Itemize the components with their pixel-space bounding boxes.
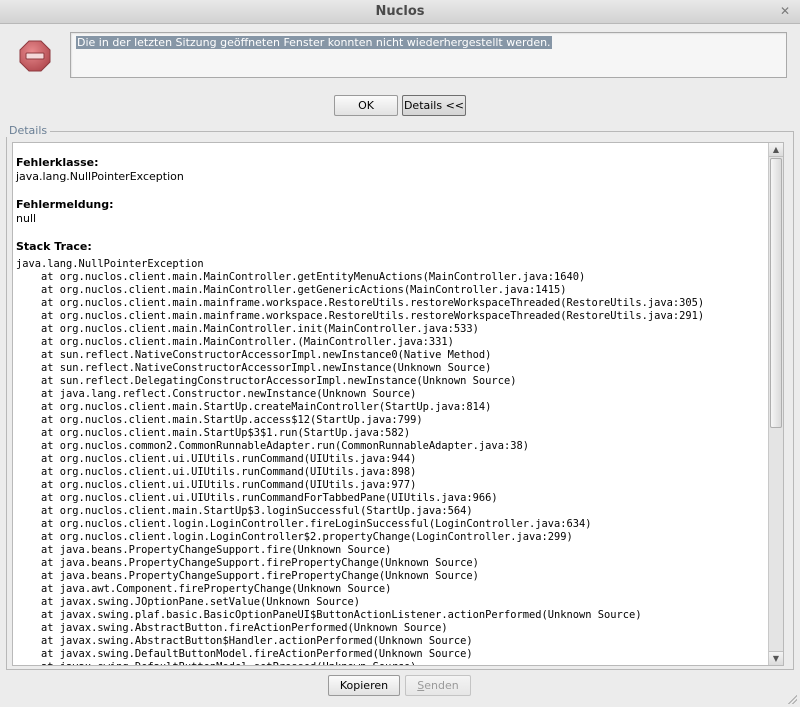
window-title: Nuclos	[375, 4, 425, 19]
stack-trace-line: at org.nuclos.client.login.LoginControll…	[16, 518, 592, 530]
stack-trace: java.lang.NullPointerException at org.nu…	[16, 258, 768, 665]
stack-trace-line: at java.beans.PropertyChangeSupport.fire…	[16, 544, 392, 556]
stack-trace-line: at org.nuclos.client.main.mainframe.work…	[16, 297, 705, 309]
stack-trace-line: at org.nuclos.client.main.StartUp$3$1.ru…	[16, 427, 411, 439]
stack-trace-line: at org.nuclos.common2.CommonRunnableAdap…	[16, 440, 529, 452]
vertical-scrollbar[interactable]: ▲ ▼	[768, 143, 783, 665]
stack-trace-line: at javax.swing.DefaultButtonModel.fireAc…	[16, 648, 473, 660]
title-bar[interactable]: Nuclos ✕	[0, 0, 800, 24]
stack-trace-line: at org.nuclos.client.main.StartUp.access…	[16, 414, 423, 426]
ok-button[interactable]: OK	[334, 95, 398, 116]
stop-sign-icon	[19, 40, 51, 72]
fehlermeldung-label: Fehlermeldung:	[16, 198, 114, 211]
arrow-down-icon[interactable]: ▼	[769, 651, 783, 665]
kopieren-button[interactable]: Kopieren	[328, 675, 400, 696]
stack-trace-line: java.lang.NullPointerException	[16, 258, 204, 270]
senden-label-rest: enden	[424, 679, 459, 692]
stack-trace-line: at sun.reflect.DelegatingConstructorAcce…	[16, 375, 517, 387]
stack-trace-line: at org.nuclos.client.main.MainController…	[16, 336, 454, 348]
scroll-thumb[interactable]	[770, 158, 782, 428]
close-icon[interactable]: ✕	[780, 4, 790, 18]
stack-trace-line: at java.lang.reflect.Constructor.newInst…	[16, 388, 417, 400]
stack-trace-line: at org.nuclos.client.ui.UIUtils.runComma…	[16, 492, 498, 504]
stack-trace-line: at javax.swing.DefaultButtonModel.setPre…	[16, 661, 768, 665]
stack-trace-label: Stack Trace:	[16, 240, 92, 253]
stack-trace-line: at org.nuclos.client.ui.UIUtils.runComma…	[16, 466, 417, 478]
stack-trace-line: at java.beans.PropertyChangeSupport.fire…	[16, 570, 479, 582]
stack-trace-line: at sun.reflect.NativeConstructorAccessor…	[16, 362, 492, 374]
resize-grip[interactable]	[787, 694, 797, 704]
stack-trace-line: at org.nuclos.client.main.StartUp$3.logi…	[16, 505, 473, 517]
stack-trace-line: at javax.swing.AbstractButton.fireAction…	[16, 622, 448, 634]
fehlermeldung-value: null	[16, 212, 37, 225]
stack-trace-line: at javax.swing.JOptionPane.setValue(Unkn…	[16, 596, 361, 608]
stack-trace-line: at java.awt.Component.firePropertyChange…	[16, 583, 392, 595]
stack-trace-line: at org.nuclos.client.main.StartUp.create…	[16, 401, 492, 413]
error-message-field[interactable]: Die in der letzten Sitzung geöffneten Fe…	[70, 32, 787, 78]
details-text-area[interactable]: Fehlerklasse: java.lang.NullPointerExcep…	[12, 142, 784, 666]
stack-trace-line: at javax.swing.plaf.basic.BasicOptionPan…	[16, 609, 642, 621]
stack-trace-line: at org.nuclos.client.main.MainController…	[16, 284, 567, 296]
stack-trace-line: at sun.reflect.NativeConstructorAccessor…	[16, 349, 492, 361]
details-toggle-button[interactable]: Details <<	[402, 95, 466, 116]
fehlerklasse-label: Fehlerklasse:	[16, 156, 99, 169]
senden-button[interactable]: Senden	[405, 675, 471, 696]
stack-trace-line: at javax.swing.AbstractButton$Handler.ac…	[16, 635, 473, 647]
stack-trace-line: at org.nuclos.client.main.MainController…	[16, 323, 479, 335]
stack-trace-line: at org.nuclos.client.main.MainController…	[16, 271, 586, 283]
fehlerklasse-value: java.lang.NullPointerException	[16, 170, 184, 183]
stack-trace-line: at org.nuclos.client.login.LoginControll…	[16, 531, 573, 543]
stack-trace-line: at org.nuclos.client.ui.UIUtils.runComma…	[16, 479, 417, 491]
details-legend: Details	[6, 124, 51, 137]
arrow-up-icon[interactable]: ▲	[769, 143, 783, 157]
stack-trace-line: at java.beans.PropertyChangeSupport.fire…	[16, 557, 479, 569]
error-message-text: Die in der letzten Sitzung geöffneten Fe…	[76, 36, 552, 49]
stack-trace-line: at org.nuclos.client.ui.UIUtils.runComma…	[16, 453, 417, 465]
stack-trace-line: at org.nuclos.client.main.mainframe.work…	[16, 310, 705, 322]
details-content: Fehlerklasse: java.lang.NullPointerExcep…	[16, 156, 768, 665]
